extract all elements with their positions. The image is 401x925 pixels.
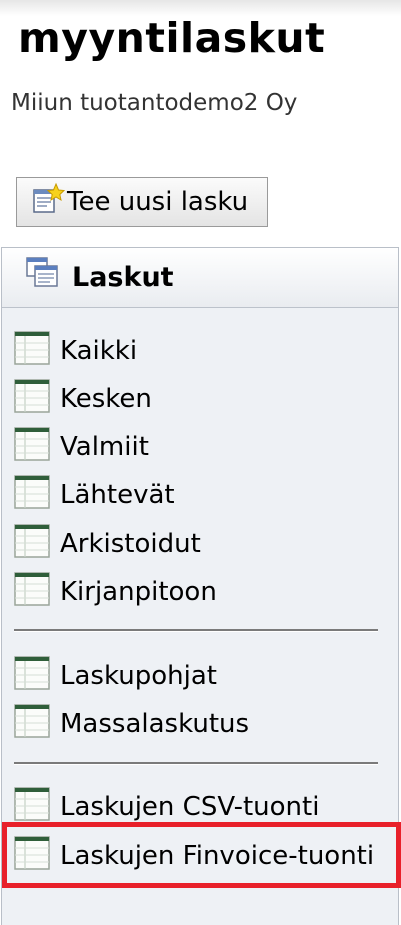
- sidebar-item-laskupohjat[interactable]: Laskupohjat: [14, 655, 217, 697]
- page-title: myyntilaskut: [18, 14, 326, 62]
- sidebar-item-arkistoidut[interactable]: Arkistoidut: [14, 523, 201, 565]
- company-name: Miiun tuotantodemo2 Oy: [11, 90, 298, 116]
- sidebar-item-label: Kirjanpitoon: [60, 577, 217, 607]
- sidebar-item-kesken[interactable]: Kesken: [14, 378, 152, 420]
- new-invoice-label: Tee uusi lasku: [67, 187, 249, 217]
- sidebar-header: Laskut: [2, 248, 398, 308]
- list-icon: [14, 523, 50, 565]
- list-icon: [14, 703, 50, 745]
- list-icon: [14, 474, 50, 516]
- sidebar-item-label: Lähtevät: [60, 480, 175, 510]
- sidebar-item-label: Laskupohjat: [60, 661, 217, 691]
- documents-icon: [26, 257, 72, 298]
- sidebar-item-label: Arkistoidut: [60, 529, 201, 559]
- sidebar-item-label: Laskujen CSV-tuonti: [60, 792, 320, 822]
- sidebar-item-label: Massalaskutus: [60, 709, 250, 739]
- divider: [14, 762, 378, 765]
- list-icon: [14, 378, 50, 420]
- new-invoice-button[interactable]: Tee uusi lasku: [16, 177, 268, 227]
- sidebar-item-csv-import[interactable]: Laskujen CSV-tuonti: [14, 786, 320, 827]
- sidebar-item-label: Kaikki: [60, 336, 138, 366]
- sidebar-item-valmiit[interactable]: Valmiit: [14, 426, 149, 468]
- list-icon: [14, 571, 50, 613]
- sidebar-title: Laskut: [72, 262, 174, 293]
- sidebar-item-kirjanpitoon[interactable]: Kirjanpitoon: [14, 571, 217, 613]
- sidebar-item-label: Kesken: [60, 384, 152, 414]
- sidebar-item-lahtevat[interactable]: Lähtevät: [14, 474, 175, 516]
- sidebar-item-kaikki[interactable]: Kaikki: [14, 330, 138, 372]
- list-icon: [14, 330, 50, 372]
- sidebar-item-massalaskutus[interactable]: Massalaskutus: [14, 703, 250, 745]
- list-icon: [14, 655, 50, 697]
- highlight-box: [2, 822, 401, 888]
- divider: [14, 629, 378, 632]
- new-document-star-icon: [31, 182, 67, 223]
- list-icon: [14, 426, 50, 468]
- sidebar-item-label: Valmiit: [60, 432, 149, 462]
